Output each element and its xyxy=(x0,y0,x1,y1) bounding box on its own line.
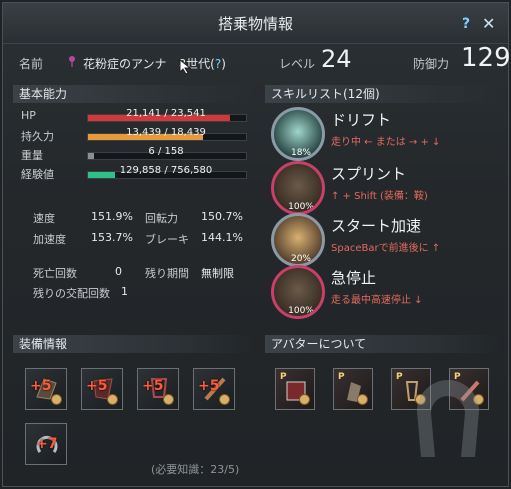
equipment-slot-horseshoe-armor[interactable]: +5 xyxy=(193,368,235,410)
status-dot xyxy=(299,394,310,405)
skill-progress: 20% xyxy=(290,254,311,264)
sprint-skill-icon: 100% xyxy=(271,161,325,215)
skill-command: 走り中 ← または → + ↓ xyxy=(331,137,441,148)
stat-value: 13,439 / 18,439 xyxy=(126,127,206,138)
stat-value: 6 / 158 xyxy=(148,146,184,157)
avatar-slot-saddle[interactable]: P xyxy=(333,368,373,410)
skill-progress: 100% xyxy=(288,202,314,212)
skill-drift[interactable]: 18% ドリフト 走り中 ← または → + ↓ xyxy=(271,107,503,165)
speed-value: 151.9% xyxy=(91,210,133,223)
mount-info-window: 搭乗物情報 ? ✕ 名前 花粉症のアンナ 8世代(?) レベル 24 防御力 12… xyxy=(2,2,511,487)
defense-value: 129 xyxy=(461,43,511,73)
speed-label: 速度 xyxy=(33,212,55,225)
skill-command: 走る最中高速停止 ↓ xyxy=(331,295,423,306)
equipment-slot-barding[interactable]: +5 xyxy=(81,368,123,410)
skill-sprint[interactable]: 100% スプリント ↑ + Shift (装備：鞍) xyxy=(271,161,503,219)
horseshoe-watermark-icon xyxy=(417,380,479,457)
enhancement-level: +5 xyxy=(142,378,164,394)
stat-label: HP xyxy=(21,109,36,122)
status-dot xyxy=(51,394,62,405)
turn-value: 150.7% xyxy=(201,210,243,223)
enhancement-level: +7 xyxy=(36,436,58,452)
skill-progress: 100% xyxy=(288,306,314,316)
skill-progress: 18% xyxy=(290,148,311,158)
window-title: 搭乗物情報 xyxy=(217,15,293,33)
avatar-slot-barding[interactable]: P xyxy=(275,368,315,410)
equipment-slot-stirrups[interactable]: +5 xyxy=(137,368,179,410)
skill-quick-stop[interactable]: 100% 急停止 走る最中高速停止 ↓ xyxy=(271,265,503,323)
enhancement-level: +5 xyxy=(198,378,220,394)
skill-name: スプリント xyxy=(331,165,407,183)
breeding-label: 残りの交配回数 xyxy=(33,287,110,300)
status-dot xyxy=(219,394,230,405)
mount-name-text: 花粉症のアンナ xyxy=(83,57,167,71)
skill-command: SpaceBarで前進後に ↑ xyxy=(331,243,441,254)
stat-label: 重量 xyxy=(21,149,43,162)
deaths-label: 死亡回数 xyxy=(33,267,77,280)
equipment-header: 装備情報 xyxy=(13,335,255,353)
skill-command: ↑ + Shift (装備：鞍) xyxy=(331,191,428,202)
stat-value: 129,858 / 756,580 xyxy=(119,165,213,176)
level-value: 24 xyxy=(321,45,352,73)
brake-label: ブレーキ xyxy=(145,233,189,246)
help-button[interactable]: ? xyxy=(462,16,470,32)
drift-skill-icon: 18% xyxy=(271,107,325,161)
flower-icon xyxy=(69,56,75,67)
mount-summary: 名前 花粉症のアンナ 8世代(?) レベル 24 防御力 129 xyxy=(3,43,511,79)
skill-name: ドリフト xyxy=(331,111,392,129)
name-label: 名前 xyxy=(19,57,44,71)
accel-value: 153.7% xyxy=(91,231,133,244)
stat-value: 21,141 / 23,541 xyxy=(126,108,206,119)
title-bar[interactable]: 搭乗物情報 ? ✕ xyxy=(3,3,508,44)
generation-close-paren: ) xyxy=(221,57,226,71)
stat-label: 持久力 xyxy=(21,130,54,143)
brake-value: 144.1% xyxy=(201,231,243,244)
start-boost-skill-icon: 20% xyxy=(271,213,325,267)
status-dot xyxy=(357,394,368,405)
enhancement-level: +5 xyxy=(30,378,52,394)
required-knowledge: (必要知識：23/5) xyxy=(151,463,240,476)
deaths-value: 0 xyxy=(115,265,122,278)
stat-label: 経験値 xyxy=(21,168,54,181)
skill-list-header: スキルリスト(12個) xyxy=(265,85,503,103)
close-button[interactable]: ✕ xyxy=(482,14,495,33)
basic-stats-header: 基本能力 xyxy=(13,85,255,103)
level-label: レベル xyxy=(279,57,316,71)
defense-label: 防御力 xyxy=(413,57,450,71)
mount-name: 花粉症のアンナ 8世代(?) xyxy=(83,55,226,72)
enhancement-level: +5 xyxy=(86,378,108,394)
skill-start-boost[interactable]: 20% スタート加速 SpaceBarで前進後に ↑ xyxy=(271,213,503,271)
equipment-slot-horseshoe[interactable]: +7 xyxy=(25,423,67,465)
skill-name: スタート加速 xyxy=(331,217,422,235)
accel-label: 加速度 xyxy=(33,233,66,246)
remaining-label: 残り期間 xyxy=(145,267,189,280)
equipment-slot-saddle[interactable]: +5 xyxy=(25,368,67,410)
status-dot xyxy=(107,394,118,405)
remaining-value: 無制限 xyxy=(201,267,234,280)
breeding-value: 1 xyxy=(121,285,128,298)
status-dot xyxy=(163,394,174,405)
avatar-header: アバターについて xyxy=(265,335,503,353)
quick-stop-skill-icon: 100% xyxy=(271,265,325,319)
turn-label: 回転力 xyxy=(145,212,178,225)
skill-name: 急停止 xyxy=(331,269,377,287)
mouse-cursor-icon xyxy=(179,59,192,75)
